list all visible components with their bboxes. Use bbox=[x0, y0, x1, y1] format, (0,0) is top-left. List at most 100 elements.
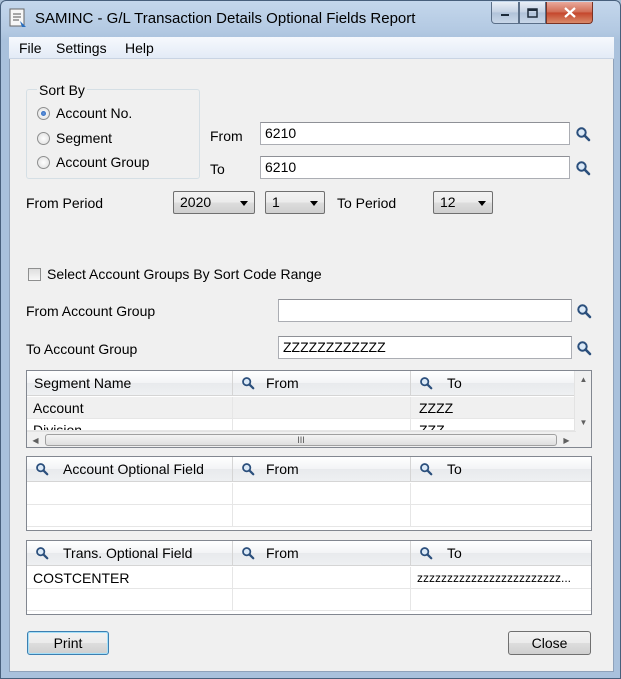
segment-to-column-header[interactable]: To bbox=[411, 371, 576, 396]
to-period-value: 12 bbox=[440, 194, 456, 210]
account-optional-to-header-label: To bbox=[447, 461, 462, 477]
finder-search-icon[interactable] bbox=[576, 303, 592, 319]
search-icon bbox=[242, 377, 255, 390]
radio-account-group[interactable]: Account Group bbox=[37, 154, 149, 170]
maximize-button[interactable] bbox=[519, 2, 546, 24]
minimize-icon bbox=[501, 13, 509, 16]
range-to-input[interactable]: 6210 bbox=[260, 156, 570, 179]
close-button[interactable]: Close bbox=[508, 631, 591, 655]
segment-from-cell[interactable] bbox=[233, 397, 411, 419]
trans-optional-from-column-header[interactable]: From bbox=[233, 541, 411, 566]
sort-by-title: Sort By bbox=[37, 82, 87, 98]
table-row[interactable]: COSTCENTER zzzzzzzzzzzzzzzzzzzzzzzz... bbox=[27, 567, 591, 589]
account-optional-to-column-header[interactable]: To bbox=[411, 457, 591, 482]
from-period-value: 1 bbox=[272, 194, 280, 210]
radio-icon bbox=[37, 131, 50, 145]
table-row[interactable]: Account ZZZZ bbox=[27, 397, 576, 419]
search-icon bbox=[36, 463, 49, 476]
table-row[interactable] bbox=[27, 589, 591, 611]
report-window: SAMINC - G/L Transaction Details Optiona… bbox=[0, 0, 621, 679]
search-icon bbox=[242, 463, 255, 476]
empty-cell[interactable] bbox=[233, 505, 411, 527]
to-account-group-label: To Account Group bbox=[26, 341, 138, 357]
scroll-right-icon[interactable]: ▶ bbox=[558, 432, 575, 447]
finder-search-icon[interactable] bbox=[575, 126, 591, 142]
minimize-button[interactable] bbox=[491, 2, 519, 24]
radio-account-group-label: Account Group bbox=[56, 154, 150, 170]
radio-account-no[interactable]: Account No. bbox=[37, 105, 132, 121]
trans-optional-to-cell[interactable]: zzzzzzzzzzzzzzzzzzzzzzzz... bbox=[411, 567, 591, 589]
account-optional-from-header-label: From bbox=[266, 461, 299, 477]
select-account-groups-checkbox[interactable]: Select Account Groups By Sort Code Range bbox=[28, 266, 322, 282]
scroll-left-icon[interactable]: ◀ bbox=[27, 432, 44, 447]
segment-to-header-label: To bbox=[447, 375, 462, 391]
search-icon bbox=[420, 547, 433, 560]
finder-search-icon[interactable] bbox=[576, 340, 592, 356]
empty-cell[interactable] bbox=[233, 589, 411, 611]
from-period-select[interactable]: 1 bbox=[265, 191, 325, 214]
trans-optional-from-header-label: From bbox=[266, 545, 299, 561]
radio-selected-icon bbox=[37, 106, 50, 120]
client-area: Sort By Account No. Segment Account Grou… bbox=[9, 59, 614, 672]
to-period-label: To Period bbox=[337, 195, 397, 211]
trans-optional-field-grid: Trans. Optional Field From To COSTCENTER… bbox=[26, 540, 592, 615]
search-icon bbox=[420, 377, 433, 390]
segment-grid: Segment Name From To Account ZZZZ Divisi… bbox=[26, 370, 592, 448]
segment-to-cell[interactable]: ZZZZ bbox=[411, 397, 576, 419]
dropdown-arrow-icon bbox=[478, 201, 486, 206]
print-button[interactable]: Print bbox=[27, 631, 109, 655]
account-optional-field-header-label: Account Optional Field bbox=[63, 461, 204, 477]
title-bar[interactable]: SAMINC - G/L Transaction Details Optiona… bbox=[1, 1, 620, 37]
range-from-input[interactable]: 6210 bbox=[260, 122, 570, 145]
trans-optional-field-cell[interactable]: COSTCENTER bbox=[27, 567, 233, 589]
search-icon bbox=[36, 547, 49, 560]
radio-segment[interactable]: Segment bbox=[37, 130, 112, 146]
table-row[interactable] bbox=[27, 505, 591, 527]
hscroll-thumb[interactable]: III bbox=[45, 434, 557, 446]
trans-optional-from-cell[interactable] bbox=[233, 567, 411, 589]
table-row[interactable] bbox=[27, 483, 591, 505]
segment-name-column-header[interactable]: Segment Name bbox=[27, 371, 233, 396]
empty-cell[interactable] bbox=[27, 589, 233, 611]
empty-cell[interactable] bbox=[233, 483, 411, 505]
segment-from-column-header[interactable]: From bbox=[233, 371, 411, 396]
segment-grid-hscrollbar[interactable]: ◀ III ▶ bbox=[27, 431, 576, 447]
empty-cell[interactable] bbox=[27, 505, 233, 527]
account-optional-field-column-header[interactable]: Account Optional Field bbox=[27, 457, 233, 482]
segment-from-cell[interactable] bbox=[233, 419, 411, 430]
trans-optional-field-header-label: Trans. Optional Field bbox=[63, 545, 193, 561]
close-window-button[interactable] bbox=[546, 2, 593, 24]
from-year-value: 2020 bbox=[180, 194, 212, 210]
radio-account-no-label: Account No. bbox=[56, 105, 133, 121]
menu-file[interactable]: File bbox=[19, 40, 42, 56]
trans-optional-to-column-header[interactable]: To bbox=[411, 541, 591, 566]
empty-cell[interactable] bbox=[411, 589, 591, 611]
segment-to-cell[interactable]: ZZZ bbox=[411, 419, 576, 430]
from-year-select[interactable]: 2020 bbox=[173, 191, 255, 214]
menu-settings[interactable]: Settings bbox=[56, 40, 107, 56]
segment-name-cell: Division bbox=[27, 419, 233, 430]
app-icon bbox=[9, 8, 26, 27]
empty-cell[interactable] bbox=[411, 483, 591, 505]
segment-name-header-label: Segment Name bbox=[34, 375, 132, 391]
menu-help[interactable]: Help bbox=[125, 40, 154, 56]
range-to-label: To bbox=[210, 161, 225, 177]
scroll-up-icon[interactable]: ▲ bbox=[575, 371, 591, 388]
empty-cell[interactable] bbox=[411, 505, 591, 527]
scroll-down-icon[interactable]: ▼ bbox=[575, 414, 591, 431]
maximize-icon bbox=[527, 7, 538, 18]
radio-segment-label: Segment bbox=[56, 130, 113, 146]
sort-by-group: Sort By Account No. Segment Account Grou… bbox=[26, 82, 200, 179]
menu-bar: File Settings Help bbox=[9, 37, 614, 59]
account-optional-from-column-header[interactable]: From bbox=[233, 457, 411, 482]
empty-cell[interactable] bbox=[27, 483, 233, 505]
to-period-select[interactable]: 12 bbox=[433, 191, 493, 214]
from-account-group-label: From Account Group bbox=[26, 303, 156, 319]
segment-grid-vscrollbar[interactable]: ▲ ▼ bbox=[574, 371, 591, 431]
finder-search-icon[interactable] bbox=[575, 160, 591, 176]
trans-optional-field-column-header[interactable]: Trans. Optional Field bbox=[27, 541, 233, 566]
from-account-group-input[interactable] bbox=[278, 299, 572, 322]
table-row[interactable]: Division ZZZ bbox=[27, 419, 576, 431]
to-account-group-input[interactable]: ZZZZZZZZZZZZ bbox=[278, 336, 572, 359]
segment-name-cell: Account bbox=[27, 397, 233, 419]
